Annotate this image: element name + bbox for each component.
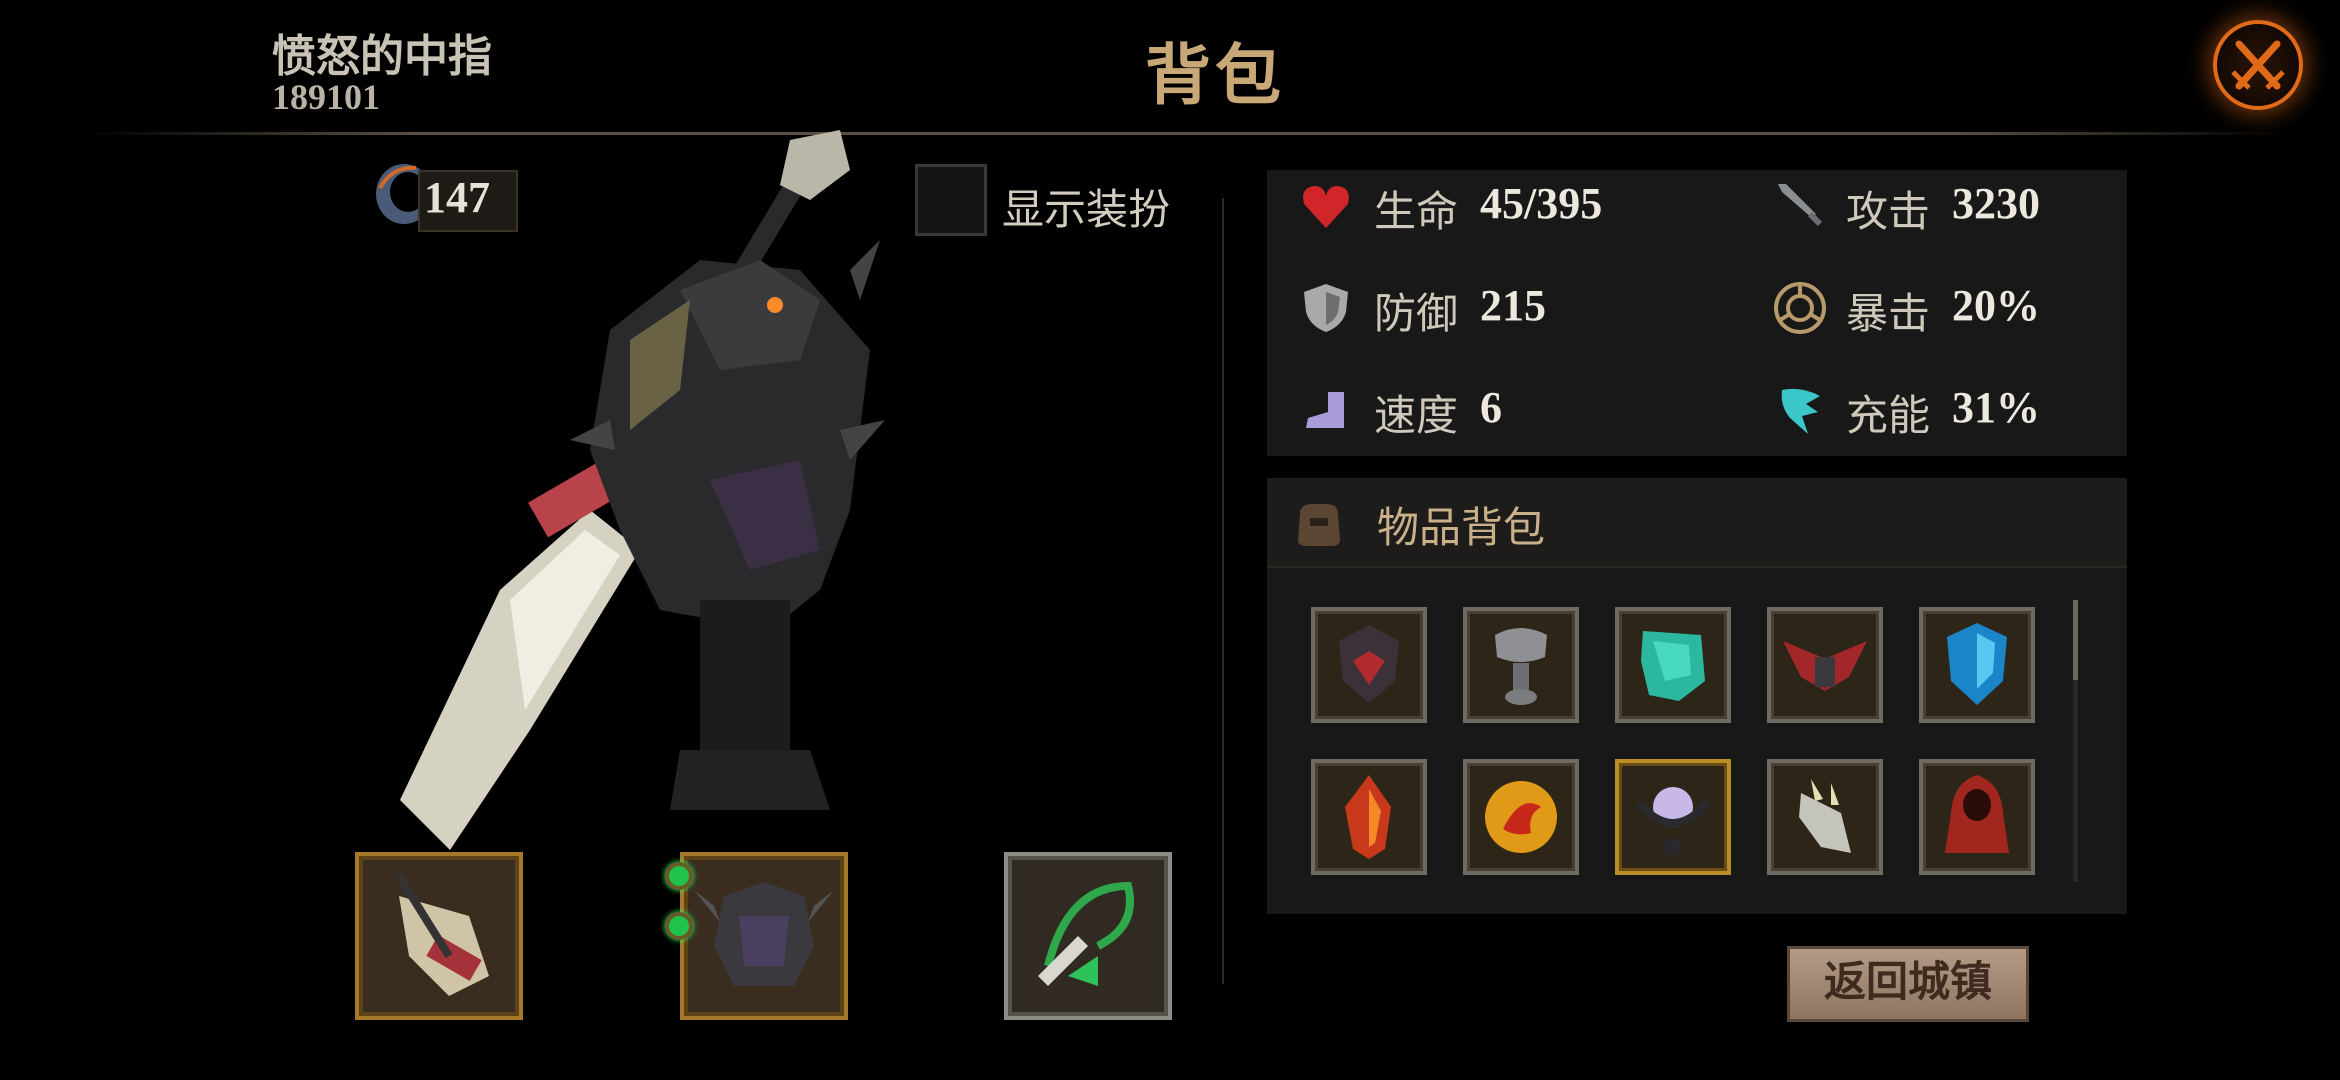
- equip-slot-armor[interactable]: [680, 852, 848, 1020]
- stat-attack-value: 3230: [1952, 179, 2040, 228]
- close-button[interactable]: [2213, 20, 2303, 110]
- equipped-weapon-icon: [395, 873, 489, 996]
- shield-icon: [1304, 284, 1348, 332]
- spiked-gauntlet-icon: [1799, 779, 1851, 853]
- show-costume-label[interactable]: 显示装扮: [1002, 176, 1170, 237]
- crossed-swords-icon: [2231, 40, 2285, 90]
- stat-crit-value: 20%: [1952, 281, 2040, 330]
- player-id: 189101: [272, 77, 380, 117]
- stat-hp-value: 45/395: [1480, 179, 1603, 228]
- stat-speed-value: 6: [1480, 383, 1502, 432]
- crit-icon: [1774, 282, 1826, 334]
- bag-icon: [1298, 504, 1340, 546]
- red-wings-icon: [1783, 641, 1867, 691]
- fire-crystal-icon: [1345, 775, 1391, 859]
- equipped-necklace-icon: [1038, 881, 1134, 986]
- page-title: 背包: [1145, 40, 1285, 113]
- inventory-slot-7[interactable]: [1463, 759, 1579, 875]
- armor-gem-1: [665, 862, 693, 890]
- inventory-slot-4[interactable]: [1767, 607, 1883, 723]
- dark-helmet-icon: [1339, 625, 1399, 703]
- stat-speed-label: 速度: [1374, 394, 1459, 440]
- stat-energy-value: 31%: [1952, 383, 2040, 432]
- return-to-town-button[interactable]: 返回城镇: [1787, 946, 2029, 1022]
- energy-icon: [1781, 388, 1820, 434]
- inventory-slot-9[interactable]: [1767, 759, 1883, 875]
- red-hood-cloak-icon: [1945, 775, 2009, 853]
- inventory-title: 物品背包: [1377, 506, 1546, 552]
- stat-attack-label: 攻击: [1846, 190, 1931, 236]
- inventory-slot-3[interactable]: [1615, 607, 1731, 723]
- inventory-slot-5[interactable]: [1919, 607, 2035, 723]
- jade-shield-icon: [1641, 631, 1705, 701]
- equip-slot-weapon[interactable]: [355, 852, 523, 1020]
- inventory-slot-10[interactable]: [1919, 759, 2035, 875]
- boot-icon: [1306, 392, 1344, 428]
- equip-slot-necklace[interactable]: [1004, 852, 1172, 1020]
- stat-defense-label: 防御: [1374, 292, 1459, 338]
- ice-crystal-shield-icon: [1947, 623, 2007, 705]
- inventory-slot-2[interactable]: [1463, 607, 1579, 723]
- stat-energy-label: 充能: [1846, 394, 1931, 440]
- show-costume-checkbox[interactable]: [915, 164, 987, 236]
- hero-character-model[interactable]: [380, 130, 900, 870]
- stat-defense-value: 215: [1480, 281, 1546, 330]
- panel-divider: [1222, 198, 1224, 984]
- inventory-slot-8[interactable]: [1615, 759, 1731, 875]
- inventory-slot-1[interactable]: [1311, 607, 1427, 723]
- stat-crit-label: 暴击: [1846, 292, 1931, 338]
- armor-gem-2: [665, 912, 693, 940]
- stat-hp-label: 生命: [1374, 190, 1459, 236]
- equipped-armor-icon: [694, 882, 834, 986]
- sword-icon: [1778, 184, 1823, 227]
- steel-pauldron-icon: [1495, 628, 1547, 705]
- player-name: 愤怒的中指: [272, 32, 492, 81]
- heart-icon: [1303, 186, 1349, 228]
- spiked-orb-amulet-icon: [1635, 787, 1711, 856]
- inventory-scrollbar-thumb[interactable]: [2073, 600, 2078, 680]
- inventory-slot-6[interactable]: [1311, 759, 1427, 875]
- fire-orb-icon: [1485, 781, 1557, 853]
